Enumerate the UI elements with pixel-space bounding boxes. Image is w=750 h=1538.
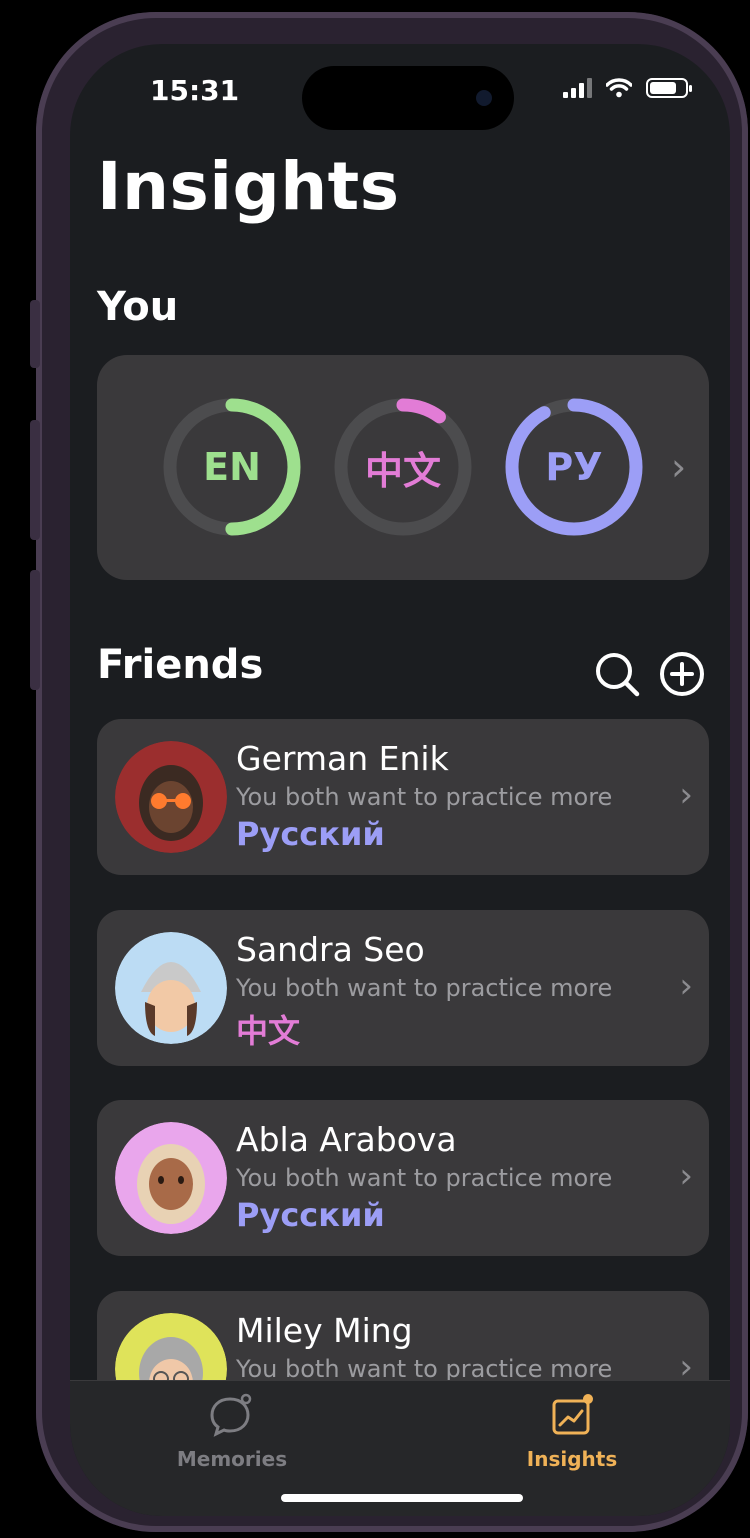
language-ring-ru[interactable]: РУ [504, 397, 644, 537]
friend-avatar [115, 932, 227, 1044]
section-heading-you: You [97, 284, 179, 330]
friend-name: Abla Arabova [236, 1120, 457, 1159]
friend-row[interactable]: Abla Arabova You both want to practice m… [97, 1100, 709, 1256]
languages-card[interactable]: EN 中文 РУ › [97, 355, 709, 580]
tab-insights[interactable]: Insights [492, 1393, 652, 1471]
status-icons [563, 78, 692, 98]
dynamic-island [302, 66, 514, 130]
friend-subtitle: You both want to practice more [236, 974, 613, 1002]
chevron-right-icon[interactable]: › [671, 445, 686, 489]
tab-label: Memories [176, 1447, 288, 1471]
cellular-signal-icon [563, 78, 592, 98]
page-title: Insights [97, 148, 400, 225]
language-ring-en[interactable]: EN [162, 397, 302, 537]
wifi-icon [606, 78, 632, 98]
phone-volume-up [30, 420, 40, 540]
friend-language: Русский [236, 1196, 385, 1234]
chevron-right-icon: › [679, 966, 693, 1006]
friend-subtitle: You both want to practice more [236, 1355, 613, 1383]
friend-avatar [115, 1122, 227, 1234]
friend-name: Miley Ming [236, 1311, 413, 1350]
phone-volume-down [30, 570, 40, 690]
friend-row[interactable]: German Enik You both want to practice mo… [97, 719, 709, 875]
tab-label: Insights [526, 1447, 618, 1471]
tab-memories[interactable]: Memories [152, 1393, 312, 1471]
app-screen: 15:31 Insights You EN 中文 РУ › Friends Ge… [70, 44, 730, 1516]
status-time: 15:31 [150, 74, 240, 107]
section-heading-friends: Friends [97, 642, 264, 688]
friend-name: German Enik [236, 739, 449, 778]
friend-subtitle: You both want to practice more [236, 783, 613, 811]
chevron-right-icon: › [679, 1156, 693, 1196]
language-code-zh: 中文 [364, 448, 441, 493]
friend-row[interactable]: Sandra Seo You both want to practice mor… [97, 910, 709, 1066]
friend-language: Русский [236, 815, 385, 853]
search-icon[interactable] [593, 650, 641, 698]
home-indicator[interactable] [281, 1494, 523, 1502]
friend-subtitle: You both want to practice more [236, 1164, 613, 1192]
battery-icon [646, 78, 692, 98]
friend-name: Sandra Seo [236, 930, 425, 969]
chevron-right-icon: › [679, 775, 693, 815]
language-code-ru: РУ [545, 445, 603, 489]
add-friend-icon[interactable] [658, 650, 706, 698]
phone-side-button [30, 300, 40, 368]
friend-language: 中文 [236, 1012, 301, 1050]
language-ring-zh[interactable]: 中文 [333, 397, 473, 537]
camera-icon [476, 90, 492, 106]
language-code-en: EN [203, 445, 261, 489]
memories-bubble-icon [210, 1393, 252, 1437]
insights-chart-icon [552, 1394, 593, 1435]
friend-avatar [115, 741, 227, 853]
